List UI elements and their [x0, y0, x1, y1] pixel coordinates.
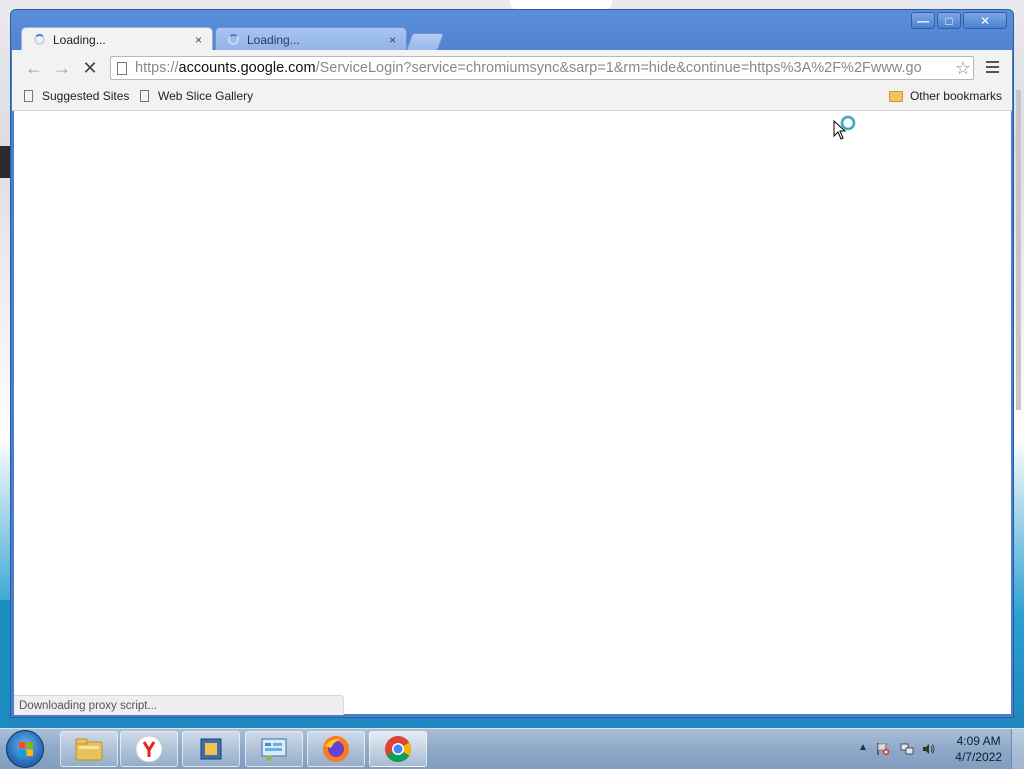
- minimize-button[interactable]: —: [911, 12, 935, 29]
- loading-spinner-icon: [34, 34, 45, 45]
- chrome-menu-button[interactable]: [982, 58, 1002, 78]
- network-icon[interactable]: [900, 742, 914, 756]
- clock-date: 4/7/2022: [955, 750, 1002, 764]
- back-button[interactable]: ←: [24, 58, 44, 78]
- bookmarks-bar: Suggested Sites Web Slice Gallery Other …: [12, 84, 1012, 111]
- folder-icon: [888, 90, 903, 102]
- scrollbar-thumb: [1016, 90, 1021, 410]
- close-window-button[interactable]: ✕: [963, 12, 1007, 29]
- taskbar-file-explorer[interactable]: [60, 731, 118, 767]
- background-scrollbar: [1014, 80, 1022, 720]
- tab-title: Loading...: [247, 32, 300, 47]
- bookmark-label: Suggested Sites: [42, 89, 130, 103]
- bookmark-star-icon[interactable]: ☆: [952, 58, 971, 79]
- other-bookmarks-label: Other bookmarks: [909, 89, 1002, 103]
- action-center-flag-icon[interactable]: [876, 742, 890, 756]
- tab-inactive[interactable]: Loading... ×: [215, 27, 407, 51]
- chrome-icon: [385, 736, 412, 763]
- tab-close-icon[interactable]: ×: [389, 33, 396, 47]
- page-icon: [140, 90, 149, 102]
- system-tray: ▲ 4:09 AM 4/7/2022: [834, 729, 1024, 769]
- volume-icon[interactable]: [922, 742, 936, 756]
- taskbar: ▲ 4:09 AM 4/7/2022: [0, 728, 1024, 769]
- page-icon: [24, 90, 33, 102]
- bookmark-suggested-sites[interactable]: Suggested Sites: [24, 89, 129, 103]
- menu-bar-icon: [985, 61, 999, 63]
- forward-button[interactable]: →: [52, 58, 72, 78]
- menu-bar-icon: [985, 71, 999, 73]
- tab-close-icon[interactable]: ×: [195, 33, 202, 47]
- url-path: /ServiceLogin?service=chromiumsync&sarp=…: [315, 60, 922, 76]
- menu-bar-icon: [985, 66, 999, 68]
- loading-spinner-icon: [228, 34, 239, 45]
- url-scheme: https://: [135, 60, 179, 76]
- page-content[interactable]: [14, 111, 1011, 714]
- url-host: accounts.google.com: [178, 60, 316, 76]
- tab-active[interactable]: Loading... ×: [21, 27, 213, 51]
- windows-logo-icon: [19, 742, 33, 756]
- show-desktop-button[interactable]: [1011, 729, 1024, 769]
- show-hidden-icons-button[interactable]: ▲: [858, 742, 868, 753]
- bookmark-label: Web Slice Gallery: [158, 89, 254, 103]
- taskbar-yandex-browser[interactable]: [120, 731, 178, 767]
- taskbar-control-panel[interactable]: [245, 731, 303, 767]
- browser-toolbar: ← → ✕ https:// accounts.google.com /Serv…: [12, 50, 1012, 85]
- other-bookmarks[interactable]: Other bookmarks: [888, 89, 1002, 103]
- browser-window: — □ ✕ Loading... × Loading... × ← → ✕ ht…: [10, 9, 1014, 718]
- stop-button[interactable]: ✕: [80, 58, 100, 78]
- window-controls: — □ ✕: [911, 12, 1007, 29]
- busy-cursor-icon: [833, 115, 856, 140]
- status-bubble: Downloading proxy script...: [14, 695, 344, 715]
- page-icon: [117, 61, 127, 75]
- bookmark-web-slice-gallery[interactable]: Web Slice Gallery: [140, 89, 253, 103]
- taskbar-virtualbox[interactable]: [182, 731, 240, 767]
- address-bar[interactable]: https:// accounts.google.com /ServiceLog…: [110, 56, 974, 80]
- start-button[interactable]: [6, 730, 44, 768]
- clock-time: 4:09 AM: [956, 734, 1001, 748]
- new-tab-button[interactable]: [405, 33, 445, 51]
- tab-title: Loading...: [53, 32, 106, 47]
- control-panel-icon: [261, 738, 287, 761]
- system-clock[interactable]: 4:09 AM 4/7/2022: [955, 733, 1002, 765]
- maximize-button[interactable]: □: [937, 12, 961, 29]
- folder-icon: [75, 738, 103, 761]
- tab-strip: Loading... × Loading... ×: [21, 27, 621, 51]
- taskbar-firefox[interactable]: [307, 731, 365, 767]
- taskbar-chrome[interactable]: [369, 731, 427, 767]
- virtualbox-icon: [200, 738, 222, 760]
- firefox-icon: [323, 736, 349, 762]
- yandex-icon: [135, 735, 163, 763]
